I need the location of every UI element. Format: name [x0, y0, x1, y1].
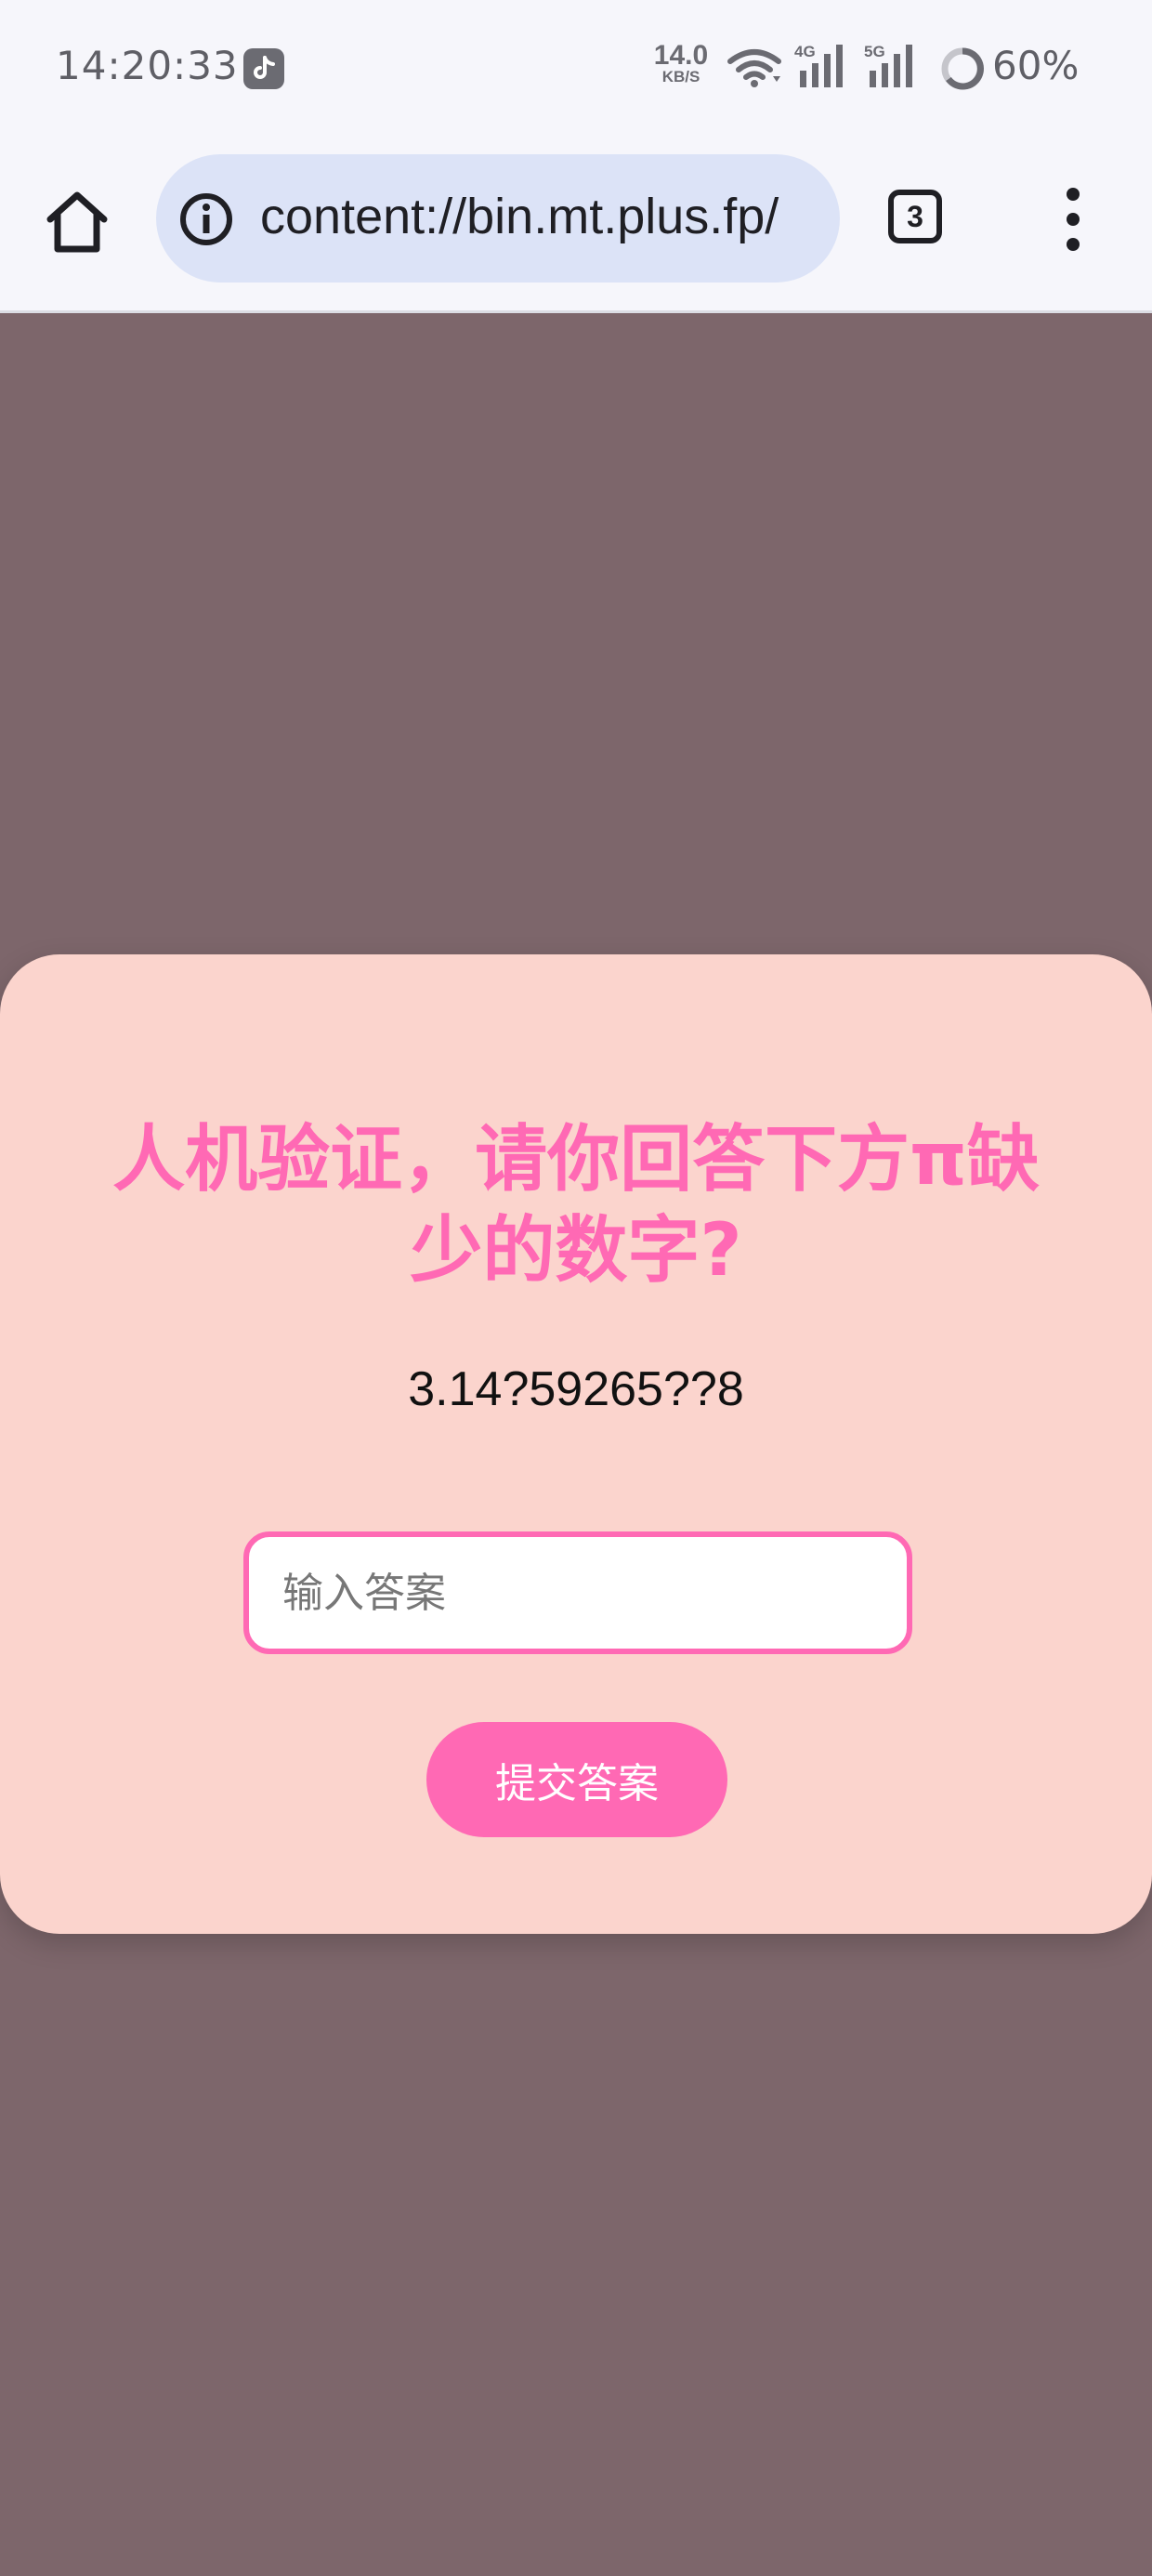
home-icon[interactable] — [43, 188, 111, 256]
wifi-icon — [727, 48, 782, 93]
browser-toolbar: content://bin.mt.plus.fp/ 3 — [0, 139, 1152, 313]
network-speed-unit: KB/S — [661, 68, 700, 85]
network-speed: 14.0 KB/S — [648, 40, 713, 85]
answer-input[interactable] — [243, 1531, 912, 1654]
url-text[interactable]: content://bin.mt.plus.fp/ — [260, 188, 818, 245]
captcha-title: 人机验证，请你回答下方π缺少的数字? — [112, 1118, 1040, 1293]
address-bar[interactable]: content://bin.mt.plus.fp/ — [156, 154, 840, 283]
network-speed-value: 14.0 — [653, 40, 709, 71]
cellular-5g-icon: 5G — [864, 43, 922, 93]
tab-switcher-button[interactable]: 3 — [888, 190, 942, 243]
battery-percentage: 60% — [992, 43, 1080, 88]
pi-puzzle-text: 3.14?59265??8 — [408, 1362, 744, 1416]
tiktok-notification-icon — [243, 48, 284, 89]
submit-answer-button[interactable]: 提交答案 — [426, 1722, 727, 1837]
status-time: 14:20:33 — [56, 43, 239, 88]
captcha-card: 人机验证，请你回答下方π缺少的数字? 3.14?59265??8 提交答案 — [0, 954, 1152, 1934]
status-bar: 14:20:33 14.0 KB/S 4G 5G 60% — [0, 0, 1152, 139]
more-menu-icon[interactable] — [1055, 188, 1093, 262]
site-info-icon[interactable] — [178, 191, 234, 251]
cellular-5g-label: 5G — [864, 43, 885, 60]
cellular-4g-label: 4G — [794, 43, 816, 60]
battery-icon — [940, 46, 985, 95]
cellular-4g-icon: 4G — [794, 43, 852, 93]
